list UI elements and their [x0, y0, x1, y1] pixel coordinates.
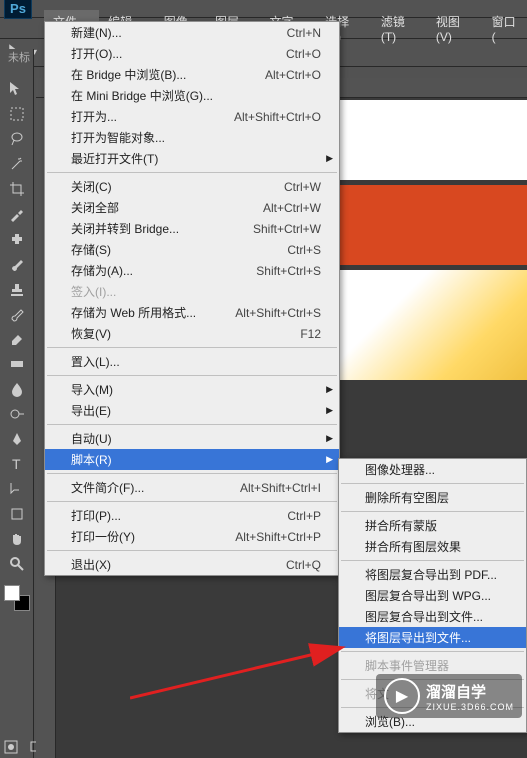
watermark-title: 溜溜自学 — [426, 681, 514, 702]
foreground-color[interactable] — [4, 585, 20, 601]
menu-item[interactable]: 打开为智能对象... — [45, 127, 339, 148]
submenu-item[interactable]: 将图层导出到文件... — [339, 627, 526, 648]
hand-tool[interactable] — [4, 527, 30, 551]
pen-tool[interactable] — [4, 427, 30, 451]
file-dropdown: 新建(N)...Ctrl+N打开(O)...Ctrl+O在 Bridge 中浏览… — [44, 21, 340, 576]
submenu-item[interactable]: 删除所有空图层 — [339, 487, 526, 508]
menu-item[interactable]: 恢复(V)F12 — [45, 323, 339, 344]
menu-item[interactable]: 存储为(A)...Shift+Ctrl+S — [45, 260, 339, 281]
menu-item[interactable]: 存储(S)Ctrl+S — [45, 239, 339, 260]
menu-item[interactable]: 关闭全部Alt+Ctrl+W — [45, 197, 339, 218]
lasso-tool[interactable] — [4, 127, 30, 151]
submenu-item[interactable]: 图像处理器... — [339, 459, 526, 480]
wand-tool[interactable] — [4, 152, 30, 176]
eraser-tool[interactable] — [4, 327, 30, 351]
svg-text:T: T — [12, 456, 21, 472]
type-tool[interactable]: T — [4, 452, 30, 476]
move-tool[interactable] — [4, 77, 30, 101]
menu-item[interactable]: 导入(M)▶ — [45, 379, 339, 400]
path-tool[interactable] — [4, 477, 30, 501]
watermark-play-icon: ▶ — [384, 678, 420, 714]
menu-view[interactable]: 视图(V) — [427, 10, 483, 47]
menu-item[interactable]: 置入(L)... — [45, 351, 339, 372]
shape-tool[interactable] — [4, 502, 30, 526]
menu-item[interactable]: 在 Bridge 中浏览(B)...Alt+Ctrl+O — [45, 64, 339, 85]
menu-item[interactable]: 退出(X)Ctrl+Q — [45, 554, 339, 575]
quick-mask-icon[interactable] — [2, 738, 20, 756]
menu-item[interactable]: 打开(O)...Ctrl+O — [45, 43, 339, 64]
menu-window[interactable]: 窗口( — [483, 10, 527, 47]
blur-tool[interactable] — [4, 377, 30, 401]
watermark: ▶ 溜溜自学 ZIXUE.3D66.COM — [376, 674, 522, 718]
canvas-content — [340, 100, 527, 380]
submenu-item[interactable]: 将图层复合导出到 PDF... — [339, 564, 526, 585]
canvas-layer-3 — [340, 270, 527, 380]
gradient-tool[interactable] — [4, 352, 30, 376]
canvas-layer-2 — [340, 185, 527, 265]
submenu-item[interactable]: 拼合所有图层效果 — [339, 536, 526, 557]
menu-item[interactable]: 存储为 Web 所用格式...Alt+Shift+Ctrl+S — [45, 302, 339, 323]
menu-item[interactable]: 打开为...Alt+Shift+Ctrl+O — [45, 106, 339, 127]
history-brush-tool[interactable] — [4, 302, 30, 326]
menu-item[interactable]: 自动(U)▶ — [45, 428, 339, 449]
color-swatches[interactable] — [4, 585, 30, 611]
menu-item[interactable]: 打印一份(Y)Alt+Shift+Ctrl+P — [45, 526, 339, 547]
dodge-tool[interactable] — [4, 402, 30, 426]
brush-tool[interactable] — [4, 252, 30, 276]
document-tab[interactable]: 未标 — [8, 49, 30, 65]
menu-item[interactable]: 在 Mini Bridge 中浏览(G)... — [45, 85, 339, 106]
menu-item: 签入(I)... — [45, 281, 339, 302]
menu-item[interactable]: 新建(N)...Ctrl+N — [45, 22, 339, 43]
eyedropper-tool[interactable] — [4, 202, 30, 226]
submenu-item[interactable]: 图层复合导出到 WPG... — [339, 585, 526, 606]
menu-item[interactable]: 最近打开文件(T)▶ — [45, 148, 339, 169]
menu-item[interactable]: 文件简介(F)...Alt+Shift+Ctrl+I — [45, 477, 339, 498]
annotation-arrow — [130, 640, 370, 700]
submenu-item[interactable]: 图层复合导出到文件... — [339, 606, 526, 627]
tools-panel: T — [0, 49, 34, 758]
submenu-item: 脚本事件管理器 — [339, 655, 526, 676]
zoom-tool[interactable] — [4, 552, 30, 576]
menu-item[interactable]: 脚本(R)▶ — [45, 449, 339, 470]
menu-filter[interactable]: 滤镜(T) — [372, 10, 427, 47]
menu-item[interactable]: 导出(E)▶ — [45, 400, 339, 421]
submenu-item[interactable]: 拼合所有蒙版 — [339, 515, 526, 536]
crop-tool[interactable] — [4, 177, 30, 201]
marquee-tool[interactable] — [4, 102, 30, 126]
heal-tool[interactable] — [4, 227, 30, 251]
watermark-url: ZIXUE.3D66.COM — [426, 702, 514, 712]
stamp-tool[interactable] — [4, 277, 30, 301]
menu-item[interactable]: 关闭(C)Ctrl+W — [45, 176, 339, 197]
canvas-layer-1 — [340, 100, 527, 180]
app-logo: Ps — [4, 0, 32, 19]
menu-item[interactable]: 关闭并转到 Bridge...Shift+Ctrl+W — [45, 218, 339, 239]
menu-item[interactable]: 打印(P)...Ctrl+P — [45, 505, 339, 526]
